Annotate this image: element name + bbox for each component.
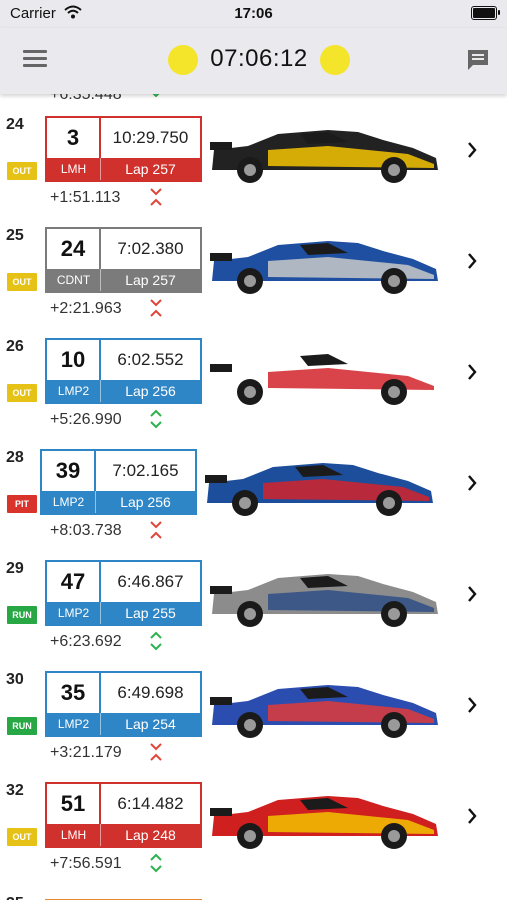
- nav-bar: 07:06:12: [0, 28, 507, 94]
- position-number: 32: [6, 782, 24, 799]
- list-item[interactable]: 30 RUN 35 6:49.698 LMP2 Lap 254 +3:21.179: [0, 649, 507, 761]
- status-badge: OUT: [7, 162, 37, 180]
- lap-time: 10:29.750: [112, 128, 189, 147]
- lap-count: Lap 256: [120, 494, 171, 510]
- position-number: 25: [6, 227, 24, 244]
- list-item[interactable]: 28 PIT 39 7:02.165 LMP2 Lap 256 +8:03.738: [0, 427, 507, 539]
- position-number: 26: [6, 338, 24, 355]
- car-image: [210, 352, 438, 405]
- status-badge: OUT: [7, 273, 37, 291]
- status-badge: OUT: [7, 384, 37, 402]
- status-badge: PIT: [7, 495, 37, 513]
- list-item[interactable]: 25 OUT 24 7:02.380 CDNT Lap 257 +2:21.963: [0, 205, 507, 317]
- list-item[interactable]: 26 OUT 10 6:02.552 LMP2 Lap 256 +5:26.990: [0, 316, 507, 429]
- car-info-card: 10 6:02.552 LMP2 Lap 256: [45, 338, 202, 404]
- class-label: LMP2: [47, 713, 101, 735]
- car-image: [210, 685, 438, 738]
- status-badge: OUT: [7, 828, 37, 846]
- weather-sun-icon: [168, 45, 198, 75]
- class-label: LMP2: [47, 380, 101, 402]
- lap-time: 6:02.552: [117, 350, 184, 369]
- car-number: 3: [47, 118, 101, 158]
- lap-count: Lap 257: [125, 161, 176, 177]
- chevron-right-icon[interactable]: [466, 252, 478, 270]
- car-number: 24: [47, 229, 101, 269]
- list-item[interactable]: 24 OUT 3 10:29.750 LMH Lap 257 +1:51.113: [0, 94, 507, 206]
- race-clock: 07:06:12: [210, 45, 308, 72]
- chevron-right-icon[interactable]: [466, 363, 478, 381]
- gap-text: +7:56.591: [50, 855, 122, 872]
- car-number: 10: [47, 340, 101, 380]
- lap-time: 6:14.482: [117, 794, 184, 813]
- car-info-card: 39 7:02.165 LMP2 Lap 256: [40, 449, 197, 515]
- list-item-partial: 35: [0, 889, 507, 900]
- chat-icon[interactable]: [465, 47, 491, 73]
- position-number: 35: [6, 895, 24, 900]
- position-number: 24: [6, 116, 24, 133]
- lap-time: 7:02.165: [112, 461, 179, 480]
- class-label: LMP2: [47, 602, 101, 624]
- lap-time: 6:49.698: [117, 683, 184, 702]
- car-number: 51: [47, 784, 101, 824]
- status-bar: Carrier 17:06: [0, 0, 507, 28]
- class-label: LMH: [47, 824, 101, 846]
- position-number: 30: [6, 671, 24, 688]
- chevron-right-icon[interactable]: [466, 807, 478, 825]
- lap-count: Lap 248: [125, 827, 176, 843]
- lap-count: Lap 256: [125, 383, 176, 399]
- car-image: [210, 796, 438, 849]
- car-image: [205, 463, 433, 516]
- position-number: 28: [6, 449, 24, 466]
- car-number: 47: [47, 562, 101, 602]
- car-info-card: 47 6:46.867 LMP2 Lap 255: [45, 560, 202, 626]
- chevron-right-icon[interactable]: [466, 141, 478, 159]
- lap-count: Lap 254: [125, 716, 176, 732]
- class-label: LMP2: [42, 491, 96, 513]
- car-info-card: 24 7:02.380 CDNT Lap 257: [45, 227, 202, 293]
- status-badge: RUN: [7, 606, 37, 624]
- hamburger-menu-icon[interactable]: [23, 50, 47, 68]
- standings-list[interactable]: +6:35.448 24 OUT 3 10:29.750 LMH Lap 257 +1:51…: [0, 94, 507, 900]
- weather-sun-icon: [320, 45, 350, 75]
- car-image: [210, 574, 438, 627]
- chevron-right-icon[interactable]: [466, 474, 478, 492]
- position-number: 29: [6, 560, 24, 577]
- class-label: CDNT: [47, 269, 101, 291]
- lap-time: 6:46.867: [117, 572, 184, 591]
- car-info-card: 3 10:29.750 LMH Lap 257: [45, 116, 202, 182]
- car-number: 35: [47, 673, 101, 713]
- list-item[interactable]: 32 OUT 51 6:14.482 LMH Lap 248 +7:56.591: [0, 760, 507, 873]
- battery-icon: [471, 6, 500, 20]
- car-info-card: 51 6:14.482 LMH Lap 248: [45, 782, 202, 848]
- chevron-right-icon[interactable]: [466, 696, 478, 714]
- car-image: [210, 241, 438, 294]
- lap-count: Lap 257: [125, 272, 176, 288]
- status-badge: RUN: [7, 717, 37, 735]
- trend-up-icon: [150, 853, 162, 873]
- status-time: 17:06: [234, 5, 273, 22]
- car-number: 39: [42, 451, 96, 491]
- lap-time: 7:02.380: [117, 239, 184, 258]
- car-image: [210, 130, 438, 183]
- car-info-card: 35 6:49.698 LMP2 Lap 254: [45, 671, 202, 737]
- lap-count: Lap 255: [125, 605, 176, 621]
- chevron-right-icon[interactable]: [466, 585, 478, 603]
- class-label: LMH: [47, 158, 101, 180]
- list-item[interactable]: 29 RUN 47 6:46.867 LMP2 Lap 255 +6:23.692: [0, 538, 507, 651]
